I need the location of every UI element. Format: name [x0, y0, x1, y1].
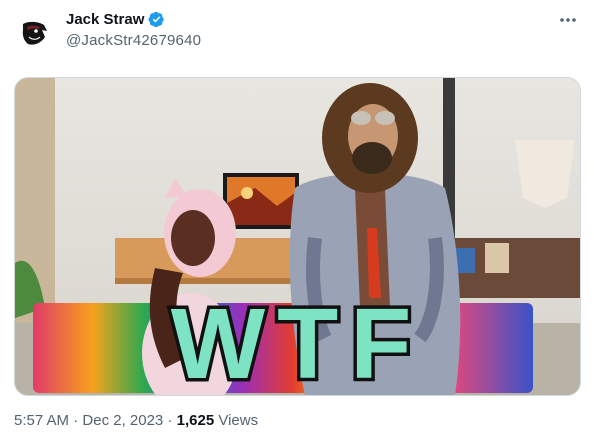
author-name-row[interactable]: Jack Straw [66, 11, 165, 28]
tweet-date: Dec 2, 2023 [82, 412, 164, 429]
author-display-name[interactable]: Jack Straw [66, 11, 144, 28]
author-handle[interactable]: @JackStr42679640 [66, 32, 201, 49]
video-frame-image: WTF [15, 78, 580, 395]
verified-badge-icon[interactable] [148, 11, 165, 28]
meta-separator: · [73, 412, 79, 429]
wtf-overlay-text: WTF [171, 288, 424, 395]
tweet-time: 5:57 AM [14, 412, 70, 429]
author-avatar[interactable] [14, 13, 54, 53]
more-options-icon [560, 18, 576, 22]
views-count: 1,625 [176, 412, 215, 429]
meta-separator: · [167, 412, 173, 429]
views-stat[interactable]: 1,625 Views [177, 412, 258, 429]
tweet-card: Jack Straw @JackStr42679640 WTF 5:57 AM … [0, 0, 594, 444]
tweet-media-video[interactable]: WTF [14, 77, 581, 396]
views-label: Views [218, 412, 259, 429]
raven-logo-icon [14, 13, 54, 53]
tweet-time-link[interactable]: 5:57 AM · Dec 2, 2023 [14, 412, 167, 429]
more-options-button[interactable] [556, 10, 580, 30]
tweet-meta: 5:57 AM · Dec 2, 2023 · 1,625 Views [14, 412, 258, 429]
